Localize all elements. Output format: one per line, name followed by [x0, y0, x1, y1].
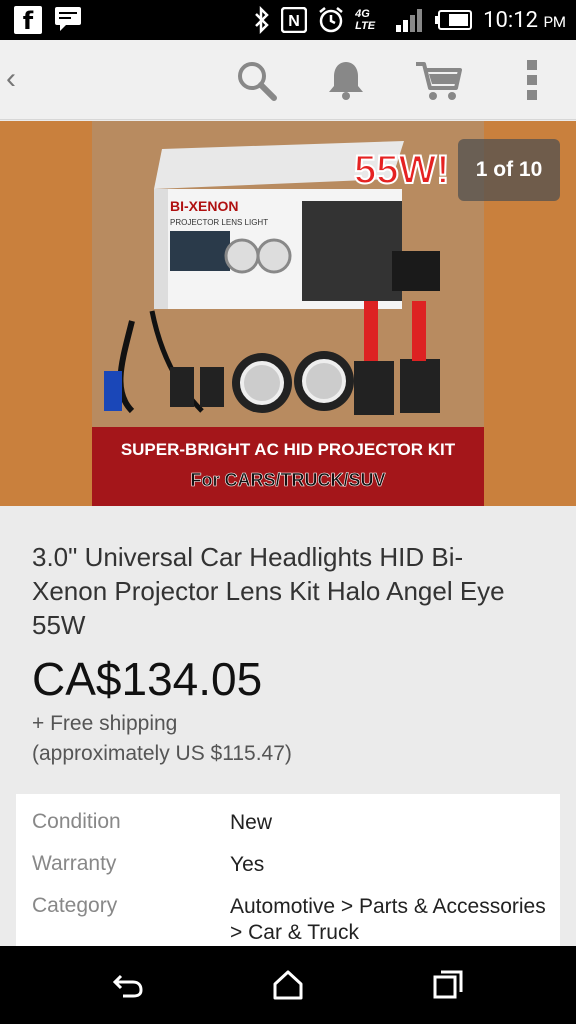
bluetooth-icon — [255, 6, 269, 34]
banner-bottom: For CARS/TRUCK/SUV — [190, 470, 385, 490]
shipping-text: + Free shipping — [32, 712, 178, 735]
detail-label: Category — [32, 894, 118, 917]
listing-title: 3.0" Universal Car Headlights HID Bi-Xen… — [32, 542, 505, 640]
back-button[interactable]: ‹ — [6, 62, 16, 96]
banner-top: SUPER-BRIGHT AC HID PROJECTOR KIT — [121, 440, 456, 459]
clock: 10:12 PM — [483, 7, 566, 33]
approx-price: (approximately US $115.47) — [32, 742, 292, 765]
signal-icon — [396, 9, 423, 32]
listing-price: CA$134.05 — [32, 653, 263, 705]
cart-icon[interactable] — [414, 56, 462, 104]
watt-text: 55W! — [354, 148, 450, 192]
item-specifics-card: Condition New Warranty Yes Category Auto… — [16, 794, 560, 954]
svg-text:N: N — [288, 13, 300, 30]
recents-nav-icon[interactable] — [431, 968, 465, 1002]
image-counter-badge: 1 of 10 — [458, 139, 560, 201]
battery-icon — [435, 10, 473, 30]
detail-value: New — [230, 811, 273, 834]
alarm-icon — [319, 7, 343, 33]
search-icon[interactable] — [232, 56, 280, 104]
nfc-icon: N — [281, 7, 308, 33]
box-brand: BI-XENON — [170, 198, 238, 214]
system-nav-bar — [0, 946, 576, 1024]
overflow-menu-icon[interactable] — [508, 56, 556, 104]
product-photo: BI-XENON PROJECTOR LENS LIGHT 55W! SUPER… — [92, 121, 484, 506]
home-nav-icon[interactable] — [271, 968, 305, 1002]
notifications-icon[interactable] — [322, 56, 370, 104]
back-nav-icon[interactable] — [111, 968, 145, 1002]
status-bar: f N 4G LTE 10:12 PM — [0, 0, 576, 40]
detail-label: Warranty — [32, 852, 117, 875]
detail-value[interactable]: Automotive > Parts & Accessories > Car &… — [230, 894, 550, 946]
detail-label: Condition — [32, 810, 121, 833]
facebook-icon: f — [14, 6, 42, 35]
box-sub: PROJECTOR LENS LIGHT — [170, 218, 268, 227]
app-bar: ‹ — [0, 40, 576, 120]
network-type: 4G LTE — [355, 8, 376, 32]
product-image-gallery[interactable]: BI-XENON PROJECTOR LENS LIGHT 55W! SUPER… — [0, 121, 576, 506]
detail-value: Yes — [230, 853, 265, 876]
message-icon — [54, 6, 82, 32]
